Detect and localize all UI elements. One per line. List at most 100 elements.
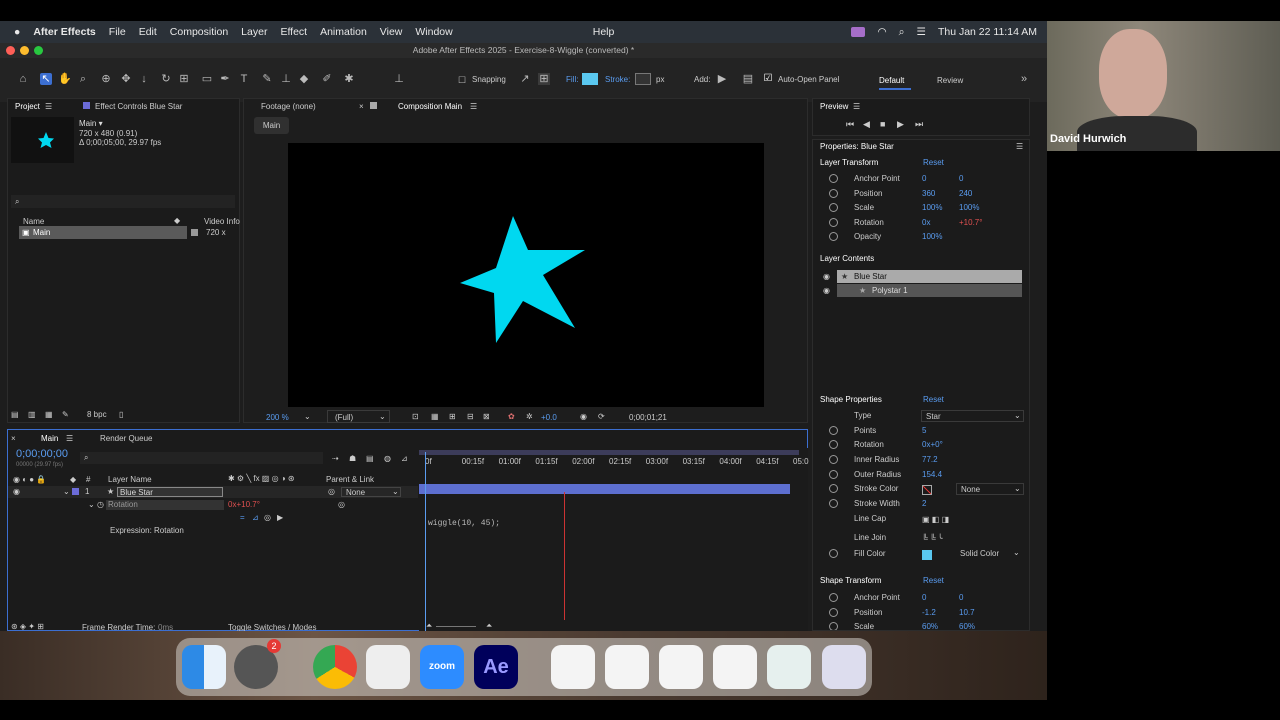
property-value-2[interactable]: 100%	[959, 203, 979, 212]
current-time[interactable]: 0;00;00;00	[16, 448, 68, 460]
menu-effect[interactable]: Effect	[280, 26, 307, 38]
brushes-icon[interactable]: ▤	[742, 73, 754, 85]
interpret-footage-icon[interactable]: ▤	[11, 410, 19, 419]
render-queue-tab[interactable]: Render Queue	[100, 434, 152, 443]
close-tab-icon[interactable]: ×	[359, 102, 364, 111]
eraser-tool-icon[interactable]: ◆	[298, 73, 310, 85]
stopwatch-icon[interactable]	[829, 426, 838, 435]
layer-duration-bar[interactable]	[419, 484, 790, 494]
layer-row[interactable]: ◉ ⌄ 1 ★ Blue Star ◎ None ⌄	[8, 486, 418, 498]
recent-window-thumbnail[interactable]	[605, 645, 649, 689]
panel-menu-icon[interactable]: ☰	[1016, 142, 1023, 151]
clone-stamp-tool-icon[interactable]: ⊥	[280, 73, 292, 85]
comp-mini-flowchart-icon[interactable]: ⇢	[332, 454, 339, 463]
eye-icon[interactable]: ◉	[13, 487, 20, 496]
guides-icon[interactable]: ⊟	[467, 412, 474, 421]
viewer-timecode[interactable]: 0;00;01;21	[629, 413, 667, 422]
menu-composition[interactable]: Composition	[170, 26, 228, 38]
shape-property-row[interactable]: Line Join	[813, 532, 1023, 544]
snapshot-icon[interactable]: ◉	[580, 412, 587, 421]
close-tab-icon[interactable]: ×	[11, 434, 16, 443]
next-frame-icon[interactable]: ▶	[897, 119, 904, 130]
menu-layer[interactable]: Layer	[241, 26, 267, 38]
stopwatch-icon[interactable]: ◷	[97, 500, 104, 509]
time-ruler[interactable]: 0f 00:15f 01:00f 01:15f 02:00f 02:15f 03:00f 03…	[419, 456, 809, 472]
zoom-level[interactable]: 200 %	[266, 413, 289, 422]
expression-pickwhip-icon[interactable]: ◎	[264, 513, 271, 522]
exposure-value[interactable]: +0.0	[541, 413, 557, 422]
shape-transform-row[interactable]: Scale 60% 60%	[813, 621, 1023, 630]
fill-type-select[interactable]: Solid Color ⌄	[956, 548, 1024, 560]
item-label-swatch[interactable]	[191, 229, 198, 236]
menu-view[interactable]: View	[380, 26, 403, 38]
property-value[interactable]: 360	[922, 189, 935, 198]
new-folder-icon[interactable]: ▥	[28, 410, 36, 419]
pan-behind-tool-icon[interactable]: ⊞	[178, 73, 190, 85]
snap-grid-icon[interactable]: ⊞	[538, 73, 550, 85]
shape-transform-row[interactable]: Anchor Point 0 0	[813, 592, 1023, 604]
property-value[interactable]: 0x+0°	[922, 440, 943, 449]
eye-icon[interactable]: ◉	[823, 272, 830, 281]
motion-blur-icon[interactable]: ◍	[384, 454, 391, 463]
shape-property-row[interactable]: Inner Radius 77.2	[813, 454, 1023, 466]
pick-whip-icon[interactable]: ◎	[338, 500, 345, 509]
panel-menu-icon[interactable]: ☰	[853, 102, 860, 111]
effect-controls-tab[interactable]: Effect Controls Blue Star	[95, 102, 182, 111]
transparency-grid-icon[interactable]: ▦	[431, 412, 439, 421]
stopwatch-icon[interactable]	[829, 622, 838, 630]
expression-graph-icon[interactable]: ⊿	[252, 513, 259, 522]
shape-property-row[interactable]: Rotation 0x+0°	[813, 439, 1023, 451]
shape-properties-header[interactable]: Shape Properties	[820, 395, 882, 404]
after-effects-icon[interactable]: Ae	[474, 645, 518, 689]
mask-visibility-icon[interactable]: ⊞	[449, 412, 456, 421]
puppet-tool-icon[interactable]: ✱	[343, 73, 355, 85]
last-frame-icon[interactable]: ⏭	[915, 119, 923, 130]
stopwatch-icon[interactable]	[829, 203, 838, 212]
panel-menu-icon[interactable]: ☰	[66, 434, 73, 443]
label-column-icon[interactable]: ◆	[174, 216, 180, 225]
timeline-tab[interactable]: Main	[41, 434, 58, 443]
comp-name[interactable]: Main ▾	[79, 119, 103, 128]
property-value-2[interactable]: 10.7	[959, 608, 975, 617]
layer-transform-header[interactable]: Layer Transform	[820, 158, 878, 167]
blue-star-shape[interactable]	[288, 143, 764, 407]
layer-label-swatch[interactable]	[72, 488, 79, 495]
brush-tool-icon[interactable]: ✎	[261, 73, 273, 85]
stopwatch-icon[interactable]	[829, 217, 838, 227]
project-tab[interactable]: Project	[15, 102, 40, 111]
stopwatch-icon[interactable]	[829, 484, 838, 493]
zoom-window-button[interactable]	[34, 46, 43, 55]
parent-select[interactable]: None ⌄	[341, 487, 401, 497]
property-value[interactable]: 60%	[922, 622, 938, 630]
snap-options-icon[interactable]: ↗	[519, 73, 531, 85]
expression-language-menu-icon[interactable]: ▶	[277, 513, 283, 522]
eye-icon[interactable]: ◉	[823, 286, 830, 295]
wifi-icon[interactable]: ◠	[877, 26, 886, 38]
rotation-value[interactable]: 0x+10.7°	[228, 500, 260, 509]
name-column-header[interactable]: Name	[23, 217, 44, 226]
chrome-icon[interactable]	[313, 645, 357, 689]
app-menu[interactable]: After Effects	[33, 26, 95, 38]
shape-property-row[interactable]: Points 5	[813, 425, 1023, 437]
workspace-review-tab[interactable]: Review	[937, 76, 963, 85]
layer-name-field[interactable]: Blue Star	[117, 487, 223, 497]
layer-transform-row[interactable]: Position 360 240	[813, 188, 1023, 200]
panel-menu-icon[interactable]: ☰	[470, 102, 477, 111]
local-axis-icon[interactable]: ⊥	[393, 73, 405, 85]
stopwatch-icon[interactable]	[829, 470, 838, 479]
screen-share-icon[interactable]	[851, 27, 866, 37]
panel-menu-icon[interactable]: ☰	[45, 102, 52, 111]
notes-icon[interactable]	[366, 645, 410, 689]
property-value[interactable]: 0	[922, 174, 926, 183]
dolly-tool-icon[interactable]: ↓	[138, 73, 150, 85]
finder-icon[interactable]	[182, 645, 226, 689]
recent-window-thumbnail[interactable]	[659, 645, 703, 689]
shape-property-row[interactable]: Line Cap	[813, 513, 1023, 525]
shape-properties-reset[interactable]: Reset	[923, 395, 944, 404]
apple-icon[interactable]: ●	[14, 26, 20, 38]
layer-transform-row[interactable]: Opacity 100%	[813, 231, 1023, 243]
pan-tool-icon[interactable]: ✥	[120, 73, 132, 85]
expand-arrow-icon[interactable]: ⌄	[88, 500, 95, 509]
rotation-property-name-field[interactable]: Rotation	[106, 500, 224, 510]
shape-property-row[interactable]: Stroke Width 2	[813, 498, 1023, 510]
